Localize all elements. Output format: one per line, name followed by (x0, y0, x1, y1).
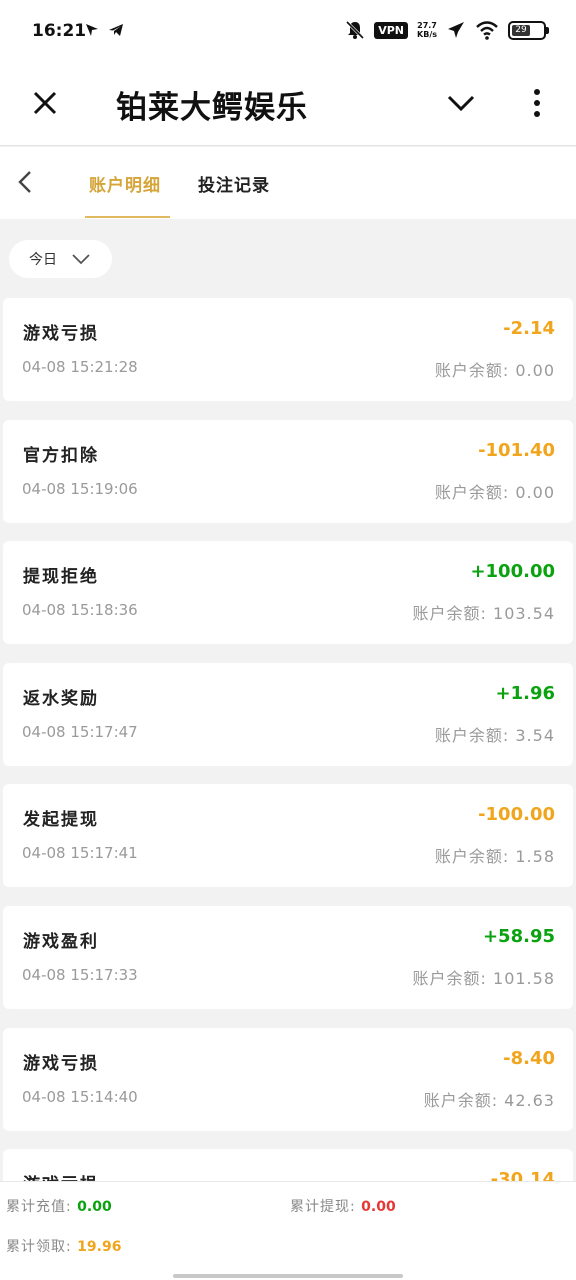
transaction-amount: -2.14 (503, 318, 555, 339)
transaction-item[interactable]: 官方扣除 -101.40 04-08 15:19:06 账户余额: 0.00 (3, 419, 573, 523)
transaction-item[interactable]: 返水奖励 +1.96 04-08 15:17:47 账户余额: 3.54 (3, 662, 573, 766)
total-withdraw-value: 0.00 (361, 1199, 396, 1215)
transaction-type: 游戏盈利 (23, 931, 99, 952)
transaction-item[interactable]: 游戏盈利 +58.95 04-08 15:17:33 账户余额: 101.58 (3, 905, 573, 1009)
transaction-type: 返水奖励 (23, 688, 99, 709)
transaction-item[interactable]: 提现拒绝 +100.00 04-08 15:18:36 账户余额: 103.54 (3, 541, 573, 645)
transaction-amount: +58.95 (482, 925, 555, 947)
total-recharge-label: 累计充值: (6, 1199, 72, 1215)
total-withdraw: 累计提现: 0.00 (290, 1196, 396, 1216)
total-claimed-label: 累计领取: (6, 1239, 72, 1255)
transaction-time: 04-08 15:18:36 (22, 601, 138, 620)
back-icon[interactable] (12, 167, 38, 197)
transaction-time: 04-08 15:17:41 (22, 844, 138, 863)
airplane-icon (448, 22, 464, 38)
transaction-amount: +1.96 (495, 682, 556, 704)
tab-bar: 账户明细 投注记录 (0, 147, 576, 219)
battery-icon: 29 (508, 20, 549, 40)
account-balance: 账户余额: 1.58 (434, 847, 555, 867)
transaction-type: 官方扣除 (23, 445, 99, 466)
account-balance: 账户余额: 0.00 (434, 361, 555, 380)
transaction-item[interactable]: 游戏亏损 -8.40 04-08 15:14:40 账户余额: 42.63 (3, 1027, 573, 1131)
home-indicator[interactable] (173, 1274, 403, 1278)
location-arrow-icon (86, 24, 98, 36)
account-balance: 账户余额: 103.54 (412, 604, 555, 624)
more-vert-icon[interactable] (526, 86, 548, 120)
bell-off-icon (346, 20, 365, 40)
transaction-time: 04-08 15:21:28 (22, 358, 138, 376)
total-withdraw-label: 累计提现: (290, 1199, 356, 1215)
account-balance: 账户余额: 3.54 (434, 725, 555, 745)
transaction-item[interactable]: 发起提现 -100.00 04-08 15:17:41 账户余额: 1.58 (3, 784, 573, 888)
status-right-icons: VPN 27.7 KB/s 29 (345, 20, 549, 40)
transaction-amount: -100.00 (478, 804, 555, 826)
transaction-type: 发起提现 (23, 810, 99, 831)
tab-bet-records[interactable]: 投注记录 (198, 171, 270, 196)
transaction-amount: -8.40 (503, 1047, 555, 1069)
chevron-down-icon[interactable] (444, 88, 478, 118)
transaction-time: 04-08 15:17:47 (22, 722, 138, 741)
transaction-time: 04-08 15:17:33 (22, 965, 138, 984)
transaction-type: 游戏亏损 (23, 1053, 99, 1074)
transaction-item[interactable]: 游戏亏损 -2.14 04-08 15:21:28 账户余额: 0.00 (3, 298, 573, 401)
transaction-type: 游戏亏损 (23, 324, 99, 344)
status-bar: 16:21 VPN 27.7 KB/s 29 (0, 0, 576, 66)
app-header: 铂莱大鳄娱乐 (0, 66, 576, 146)
account-balance: 账户余额: 101.58 (412, 968, 555, 988)
account-balance: 账户余额: 0.00 (434, 482, 555, 502)
transaction-amount: +100.00 (470, 561, 555, 583)
date-filter-dropdown[interactable]: 今日 (9, 240, 112, 278)
total-recharge-value: 0.00 (77, 1199, 112, 1215)
total-claimed-value: 19.96 (77, 1239, 122, 1255)
page-title: 铂莱大鳄娱乐 (116, 90, 308, 126)
close-icon[interactable] (28, 86, 62, 120)
transaction-list: 游戏亏损 -2.14 04-08 15:21:28 账户余额: 0.00 官方扣… (3, 298, 573, 1271)
date-filter-label: 今日 (29, 252, 57, 268)
status-left-icons (84, 22, 124, 38)
chevron-down-icon (72, 254, 90, 265)
telegram-icon (109, 24, 123, 36)
total-recharge: 累计充值: 0.00 (6, 1196, 112, 1216)
wifi-icon (476, 21, 498, 40)
tab-account-details[interactable]: 账户明细 (89, 171, 161, 196)
vpn-badge: VPN (374, 21, 409, 39)
summary-footer: 累计充值: 0.00 累计提现: 0.00 累计领取: 19.96 (0, 1181, 576, 1280)
transaction-time: 04-08 15:19:06 (22, 479, 138, 498)
transaction-time: 04-08 15:14:40 (22, 1087, 138, 1106)
active-tab-indicator (85, 216, 170, 218)
transaction-amount: -101.40 (478, 439, 555, 461)
account-balance: 账户余额: 42.63 (423, 1090, 555, 1110)
transaction-type: 提现拒绝 (23, 567, 99, 588)
net-speed: 27.7 KB/s (417, 21, 437, 39)
status-time: 16:21 (32, 21, 87, 41)
total-claimed: 累计领取: 19.96 (6, 1236, 121, 1256)
